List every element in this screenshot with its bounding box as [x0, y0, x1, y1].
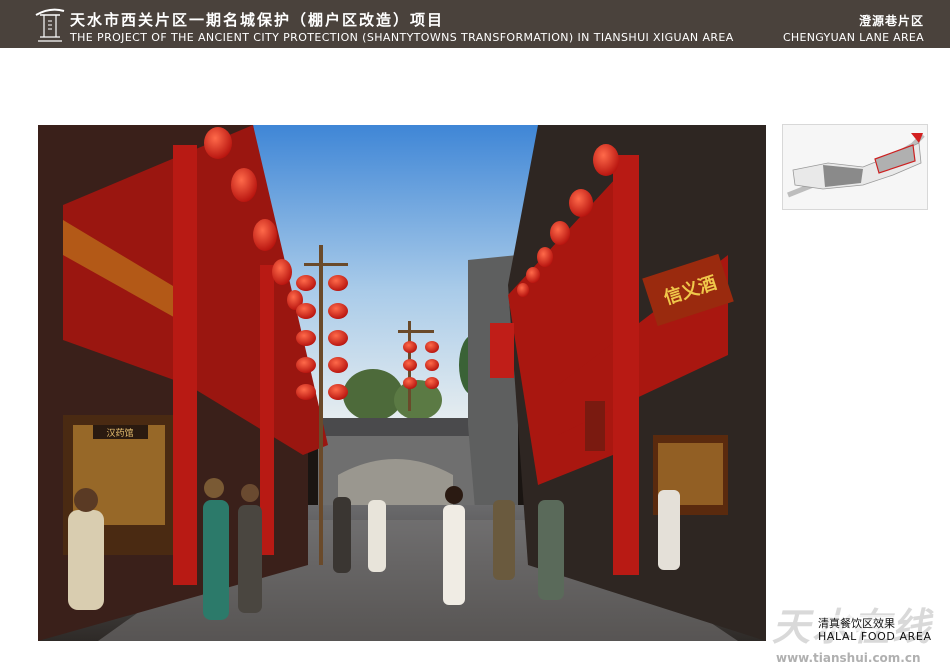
pedestrian	[445, 486, 463, 504]
red-lantern	[328, 330, 348, 346]
red-lantern	[403, 359, 417, 371]
red-lantern	[425, 341, 439, 353]
project-title-en: THE PROJECT OF THE ANCIENT CITY PROTECTI…	[70, 31, 734, 44]
caption-en: HALAL FOOD AREA	[818, 630, 932, 643]
left-pillar	[173, 145, 197, 585]
red-lantern	[328, 357, 348, 373]
hanging-banner	[490, 323, 514, 378]
red-lantern	[425, 359, 439, 371]
key-map-svg	[783, 125, 927, 209]
red-lantern	[296, 384, 316, 400]
pedestrian	[443, 505, 465, 605]
hanging-banner	[585, 401, 605, 451]
red-lantern	[253, 219, 277, 251]
area-title-cn: 澄源巷片区	[858, 14, 924, 28]
red-lantern	[328, 303, 348, 319]
red-lantern	[569, 189, 593, 217]
red-lantern	[231, 168, 257, 202]
location-key-map	[782, 124, 928, 210]
pedestrian	[333, 497, 351, 573]
red-lantern	[328, 384, 348, 400]
pedestrian	[493, 500, 515, 580]
red-lantern	[403, 341, 417, 353]
red-lantern	[550, 221, 570, 245]
red-lantern	[403, 377, 417, 389]
tree	[343, 369, 403, 421]
red-lantern	[296, 303, 316, 319]
red-lantern	[296, 275, 316, 291]
watermark-url: www.tianshui.com.cn	[776, 651, 921, 665]
red-lantern	[593, 144, 619, 176]
pedestrian	[241, 484, 259, 502]
left-pillar	[260, 265, 274, 555]
pedestrian	[538, 500, 564, 600]
pedestrian	[204, 478, 224, 498]
red-lantern	[204, 127, 232, 159]
area-title-en: CHENGYUAN LANE AREA	[782, 31, 924, 44]
red-lantern	[517, 283, 529, 297]
red-lantern	[537, 247, 553, 267]
red-lantern	[296, 330, 316, 346]
red-lantern	[425, 377, 439, 389]
caption-cn: 清真餐饮区效果	[818, 615, 895, 631]
red-lantern	[328, 275, 348, 291]
pedestrian	[238, 505, 262, 613]
street-rendering-svg: 汉药馆 信义酒	[38, 125, 766, 641]
red-lantern	[296, 357, 316, 373]
project-title-cn: 天水市西关片区一期名城保护（棚户区改造）项目	[70, 11, 445, 29]
red-lantern	[526, 267, 540, 283]
lantern-pole-arm	[398, 330, 434, 333]
lantern-pole-arm	[304, 263, 348, 266]
red-lantern	[272, 259, 292, 285]
pedestrian	[658, 490, 680, 570]
left-shop-sign-text: 汉药馆	[106, 427, 133, 439]
header-bar: 天水市西关片区一期名城保护（棚户区改造）项目 THE PROJECT OF TH…	[0, 0, 950, 48]
pavilion-logo-icon	[35, 8, 65, 42]
lantern-pole	[319, 245, 323, 565]
right-pillar	[613, 155, 639, 575]
pedestrian	[203, 500, 229, 620]
pedestrian	[74, 488, 98, 512]
street-rendering: 汉药馆 信义酒	[38, 125, 766, 641]
pedestrian	[368, 500, 386, 572]
pedestrian	[68, 510, 104, 610]
